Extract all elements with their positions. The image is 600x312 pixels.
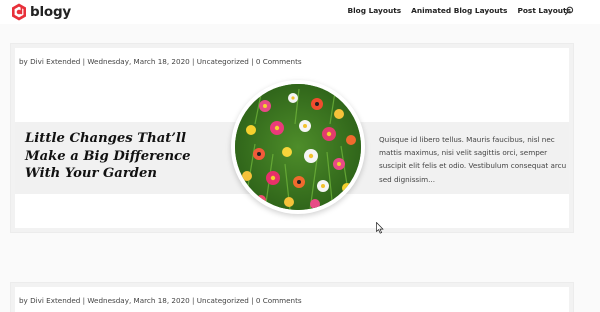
meta-category-link[interactable]: Uncategorized (197, 57, 249, 66)
nav-item-blog-layouts[interactable]: Blog Layouts (347, 6, 401, 15)
flower-garden-image[interactable] (235, 84, 361, 210)
nav-item-animated-blog-layouts[interactable]: Animated Blog Layouts (411, 6, 507, 15)
meta-date: Wednesday, March 18, 2020 (87, 296, 190, 305)
post-card-inner: by Divi Extended | Wednesday, March 18, … (15, 48, 569, 228)
logo-text: blogy (30, 4, 72, 20)
post-card: by Divi Extended | Wednesday, March 18, … (10, 43, 574, 233)
meta-author-link[interactable]: Divi Extended (30, 57, 80, 66)
post-card-inner: by Divi Extended | Wednesday, March 18, … (15, 287, 569, 312)
search-icon[interactable] (564, 6, 574, 16)
flower-garden-illustration (235, 84, 361, 210)
post-featured-image-frame[interactable] (231, 80, 365, 214)
site-logo[interactable]: blogy (11, 2, 71, 22)
post-title[interactable]: Little Changes That’ll Make a Big Differ… (25, 130, 225, 183)
post-card: by Divi Extended | Wednesday, March 18, … (10, 282, 574, 312)
meta-by: by (19, 57, 31, 66)
main-nav: Blog Layouts Animated Blog Layouts Post … (347, 6, 571, 15)
meta-comments-link[interactable]: 0 Comments (256, 296, 302, 305)
logo-icon (12, 3, 26, 21)
meta-date: Wednesday, March 18, 2020 (87, 57, 190, 66)
post-meta: by Divi Extended | Wednesday, March 18, … (19, 296, 302, 305)
mouse-cursor-icon (376, 222, 384, 234)
site-header: blogy Blog Layouts Animated Blog Layouts… (0, 0, 600, 24)
meta-category-link[interactable]: Uncategorized (197, 296, 249, 305)
meta-comments-link[interactable]: 0 Comments (256, 57, 302, 66)
meta-by: by (19, 296, 31, 305)
post-meta: by Divi Extended | Wednesday, March 18, … (19, 57, 302, 66)
meta-author-link[interactable]: Divi Extended (30, 296, 80, 305)
nav-item-post-layouts[interactable]: Post Layouts (517, 6, 571, 15)
post-excerpt: Quisque id libero tellus. Mauris faucibu… (379, 135, 567, 184)
